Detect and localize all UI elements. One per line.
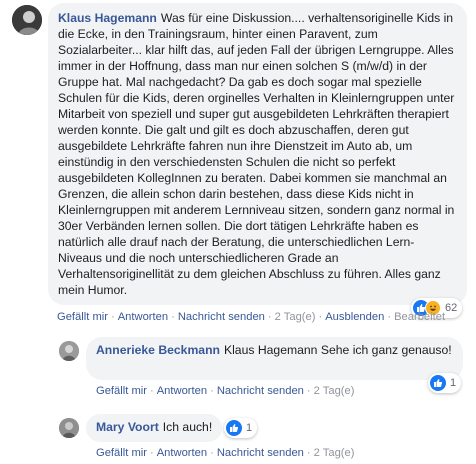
comment-text: Was für eine Diskussion.... verhaltensor… <box>58 11 455 297</box>
avatar-photo-icon <box>12 5 42 35</box>
comment-timestamp[interactable]: 2 Tag(e) <box>314 447 355 459</box>
edited-label[interactable]: Bearbeitet <box>394 311 445 323</box>
comment-text: Ich auch! <box>162 420 213 434</box>
comment-actions: Gefällt mir · Antworten · Nachricht senden · 2… <box>96 447 355 459</box>
reaction-summary[interactable]: 1 <box>224 418 258 438</box>
send-message-button[interactable]: Nachricht senden <box>217 385 304 397</box>
send-message-button[interactable]: Nachricht senden <box>178 311 265 323</box>
avatar-photo-icon <box>59 341 79 361</box>
comment-klaus-hagemann: Klaus Hagemann Was für eine Diskussion...… <box>0 0 476 330</box>
comment-author[interactable]: Klaus Hagemann <box>58 11 157 25</box>
like-icon <box>430 375 446 391</box>
avatar[interactable] <box>59 418 79 438</box>
avatar[interactable] <box>12 5 42 35</box>
comment-author[interactable]: Annerieke Beckmann <box>96 343 220 357</box>
comment-bubble: Annerieke Beckmann Klaus Hagemann Sehe ic… <box>86 337 463 380</box>
reaction-count: 1 <box>450 377 457 389</box>
send-message-button[interactable]: Nachricht senden <box>217 447 304 459</box>
like-icon <box>226 420 242 436</box>
comment-actions: Gefällt mir · Antworten · Nachricht senden · 2… <box>57 311 446 323</box>
reply-button[interactable]: Antworten <box>157 447 207 459</box>
comment-timestamp[interactable]: 2 Tag(e) <box>314 385 355 397</box>
comment-bubble: Klaus Hagemann Was für eine Diskussion...… <box>48 3 467 305</box>
comment-author[interactable]: Mary Voort <box>96 420 159 434</box>
reaction-count: 1 <box>246 422 253 434</box>
reply-mary-voort: Mary Voort Ich auch! 1 Gefällt mir · Antwor… <box>0 410 476 464</box>
like-button[interactable]: Gefällt mir <box>96 447 147 459</box>
avatar[interactable] <box>59 341 79 361</box>
reply-annerieke-beckmann: Annerieke Beckmann Klaus Hagemann Sehe ic… <box>0 335 476 405</box>
comment-text: Klaus Hagemann Sehe ich ganz genauso! <box>223 343 452 357</box>
like-button[interactable]: Gefällt mir <box>96 385 147 397</box>
comment-bubble: Mary Voort Ich auch! <box>86 414 222 442</box>
reply-button[interactable]: Antworten <box>118 311 168 323</box>
comment-actions: Gefällt mir · Antworten · Nachricht senden · 2… <box>96 385 355 397</box>
comment-timestamp[interactable]: 2 Tag(e) <box>275 311 316 323</box>
reaction-count: 62 <box>445 302 458 314</box>
reaction-summary[interactable]: 1 <box>428 373 462 393</box>
like-button[interactable]: Gefällt mir <box>57 311 108 323</box>
hide-button[interactable]: Ausblenden <box>325 311 384 323</box>
reply-button[interactable]: Antworten <box>157 385 207 397</box>
avatar-photo-icon <box>59 418 79 438</box>
